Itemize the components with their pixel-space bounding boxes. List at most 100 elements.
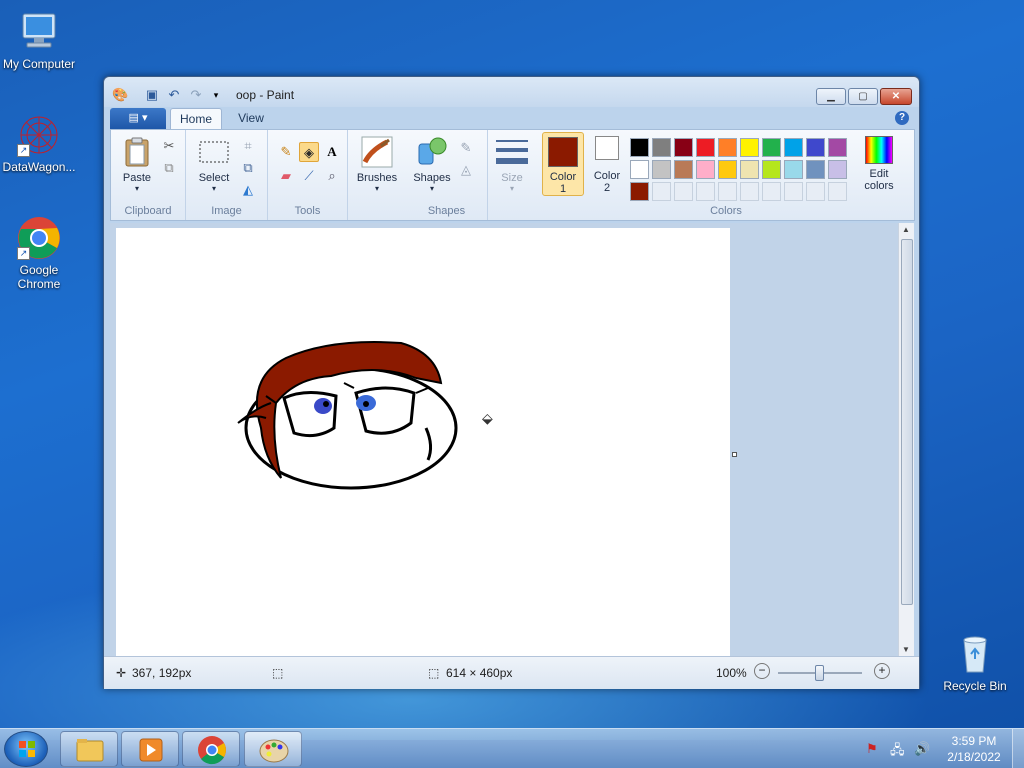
text-tool-icon[interactable]: A [322,142,342,162]
minimize-button[interactable]: ▁ [816,88,846,105]
select-rectangle-icon [198,136,230,168]
clock-date[interactable]: 2/18/2022 [934,750,1014,764]
tab-view[interactable]: View [228,108,274,130]
scroll-up-icon[interactable]: ▲ [902,225,910,234]
undo-icon[interactable]: ↶ [166,87,182,103]
status-bar: ✛ 367, 192px ⬚ ⬚ 614 × 460px 100% − + [104,656,919,689]
empty-custom-swatch[interactable] [696,182,715,201]
desktop-icon-datawagon[interactable]: ↗ DataWagon... [0,113,78,174]
color2-button[interactable]: Color 2 [588,136,626,194]
select-label: Select [198,172,230,184]
palette-swatch[interactable] [784,138,803,157]
maximize-button[interactable]: ▢ [848,88,878,105]
color1-button[interactable]: Color 1 [542,132,584,196]
clipboard-group: Paste ▾ ✂ ⧉ Clipboard [111,130,186,220]
palette-swatch[interactable] [718,138,737,157]
network-icon[interactable]: 🖧 [890,741,905,763]
customize-toolbar-icon[interactable]: ▾ [208,87,224,103]
title-bar: 🎨 ▣ ↶ ↷ ▾ oop - Paint ▁ ▢ ✕ [104,77,919,107]
desktop-icon-my-computer[interactable]: My Computer [0,10,78,71]
crop-icon[interactable]: ⌗ [238,136,258,156]
zoom-out-button[interactable]: − [754,663,770,679]
empty-custom-swatch[interactable] [718,182,737,201]
palette-swatch[interactable] [696,160,715,179]
vertical-scrollbar[interactable]: ▲ ▼ [898,223,914,656]
scrollbar-thumb[interactable] [901,239,913,605]
palette-swatch[interactable] [718,160,737,179]
chrome-icon [198,736,226,765]
start-button[interactable] [4,731,48,767]
redo-icon[interactable]: ↷ [188,87,204,103]
copy-icon[interactable]: ⧉ [159,158,179,178]
palette-swatch[interactable] [652,138,671,157]
palette-swatch[interactable] [630,160,649,179]
palette-swatch[interactable] [630,138,649,157]
image-group-label: Image [211,205,242,217]
palette-swatch[interactable] [740,138,759,157]
palette-swatch[interactable] [784,160,803,179]
volume-icon[interactable]: 🔊 [914,741,930,757]
paint-app-icon[interactable]: 🎨 [112,87,128,103]
empty-custom-swatch[interactable] [674,182,693,201]
empty-custom-swatch[interactable] [784,182,803,201]
palette-swatch[interactable] [652,160,671,179]
pencil-icon[interactable]: ✎ [276,142,296,162]
desktop-icon-chrome[interactable]: ↗ Google Chrome [0,216,78,291]
taskbar-paint[interactable] [244,731,302,767]
resize-icon[interactable]: ⧉ [238,158,258,178]
desktop-icon-label: Recycle Bin [943,679,1007,693]
fill-bucket-icon[interactable]: ◈ [299,142,319,162]
palette-swatch[interactable] [806,160,825,179]
image-group: Select ▾ ⌗ ⧉ ◭ Image [186,130,268,220]
rotate-icon[interactable]: ◭ [238,180,258,200]
cursor-position-icon: ✛ [116,666,127,680]
palette-swatch[interactable] [696,138,715,157]
select-button[interactable]: Select ▾ [194,136,234,193]
shapes-button[interactable]: Shapes ▾ [410,136,454,193]
palette-swatch[interactable] [762,138,781,157]
cut-icon[interactable]: ✂ [159,136,179,156]
empty-custom-swatch[interactable] [762,182,781,201]
window-title: oop - Paint [236,88,295,102]
outline-icon[interactable]: ✎ [456,138,476,158]
eraser-icon[interactable]: ▰ [276,166,296,186]
close-button[interactable]: ✕ [880,88,912,105]
fill-icon[interactable]: ◬ [456,160,476,180]
show-desktop-button[interactable] [1012,729,1024,768]
file-menu-button[interactable]: ▤ ▾ [110,108,166,129]
palette-swatch[interactable] [806,138,825,157]
color-picker-icon[interactable]: ⟋ [299,166,319,186]
clock-time[interactable]: 3:59 PM [934,734,1014,748]
tab-home[interactable]: Home [170,108,222,130]
edit-colors-button[interactable]: Edit colors [856,136,902,192]
size-button[interactable]: Size ▾ [492,136,532,193]
zoom-in-button[interactable]: + [874,663,890,679]
palette-swatch[interactable] [828,138,847,157]
palette-swatch[interactable] [740,160,759,179]
magnifier-icon[interactable]: ⌕ [322,166,342,186]
recycle-bin-icon [953,632,997,676]
palette-swatch[interactable] [828,160,847,179]
zoom-slider-thumb[interactable] [815,665,824,681]
palette-swatch[interactable] [762,160,781,179]
taskbar-explorer[interactable] [60,731,118,767]
drawing-canvas[interactable]: ⬙ [116,228,730,656]
desktop-icon-recycle-bin[interactable]: Recycle Bin [936,632,1014,693]
empty-custom-swatch[interactable] [740,182,759,201]
palette-swatch[interactable] [674,160,693,179]
dropdown-arrow-icon: ▾ [211,184,216,193]
custom-color-swatch[interactable] [630,182,649,201]
taskbar-media-player[interactable] [121,731,179,767]
empty-custom-swatch[interactable] [652,182,671,201]
canvas-resize-handle[interactable] [732,452,737,457]
empty-custom-swatch[interactable] [828,182,847,201]
brushes-button[interactable]: Brushes ▾ [354,136,400,193]
paste-button[interactable]: Paste ▾ [117,136,157,193]
taskbar-chrome[interactable] [182,731,240,767]
save-icon[interactable]: ▣ [144,87,160,103]
help-icon[interactable]: ? [895,111,909,125]
empty-custom-swatch[interactable] [806,182,825,201]
palette-swatch[interactable] [674,138,693,157]
action-center-icon[interactable]: ⚑ [866,741,878,757]
scroll-down-icon[interactable]: ▼ [902,645,910,654]
